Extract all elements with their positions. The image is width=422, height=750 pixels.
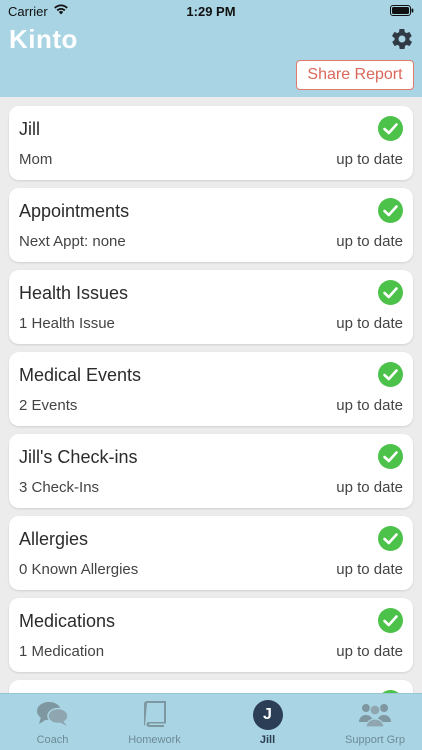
summary-list: Jill Mom up to date Appointments Next Ap… xyxy=(0,97,422,693)
screen: Carrier 1:29 PM Kinto Share Report Jill … xyxy=(0,0,422,750)
tab-homework[interactable]: Homework xyxy=(102,694,207,750)
card-title: Jill xyxy=(19,119,40,139)
check-circle-icon xyxy=(378,198,403,223)
card-allergies[interactable]: Allergies 0 Known Allergies up to date xyxy=(9,516,413,590)
app-logo: Kinto xyxy=(9,24,78,54)
battery-icon xyxy=(390,5,414,16)
card-status: up to date xyxy=(336,479,403,496)
card-status: up to date xyxy=(336,315,403,332)
card-medical-events[interactable]: Medical Events 2 Events up to date xyxy=(9,352,413,426)
card-title: Medications xyxy=(19,611,116,631)
avatar: J xyxy=(252,700,283,730)
card-status: up to date xyxy=(336,397,403,414)
card-status: up to date xyxy=(336,233,403,250)
book-icon xyxy=(143,701,166,727)
tab-bar: Coach Homework J Jill Support Grp xyxy=(0,693,422,750)
tab-label: Homework xyxy=(128,734,181,746)
card-title: Allergies xyxy=(19,529,89,549)
tab-label: Jill xyxy=(259,734,276,746)
share-report-button[interactable]: Share Report xyxy=(296,60,414,90)
check-circle-icon xyxy=(378,362,403,387)
header: Carrier 1:29 PM Kinto Share Report xyxy=(0,0,422,97)
card-subtitle: Mom xyxy=(19,151,53,168)
card-subtitle: 2 Events xyxy=(19,397,78,414)
check-circle-icon xyxy=(378,526,403,551)
gear-icon[interactable] xyxy=(390,27,414,51)
card-subtitle: Next Appt: none xyxy=(19,233,126,250)
card-title: Medical Events xyxy=(19,365,142,385)
card-next-partial[interactable] xyxy=(9,680,413,693)
tab-label: Coach xyxy=(36,734,69,746)
clock: 1:29 PM xyxy=(186,4,236,19)
check-circle-icon xyxy=(378,116,403,141)
check-circle-icon xyxy=(378,444,403,469)
check-circle-icon xyxy=(378,608,403,633)
tab-coach[interactable]: Coach xyxy=(0,694,105,750)
tab-support-group[interactable]: Support Grp xyxy=(328,694,422,750)
check-circle-icon xyxy=(378,280,403,305)
card-check-ins[interactable]: Jill's Check-ins 3 Check-Ins up to date xyxy=(9,434,413,508)
card-appointments[interactable]: Appointments Next Appt: none up to date xyxy=(9,188,413,262)
card-jill[interactable]: Jill Mom up to date xyxy=(9,106,413,180)
card-status: up to date xyxy=(336,151,403,168)
chat-bubbles-icon xyxy=(36,702,69,726)
card-health-issues[interactable]: Health Issues 1 Health Issue up to date xyxy=(9,270,413,344)
group-icon xyxy=(359,704,391,728)
card-title: Jill's Check-ins xyxy=(19,447,138,467)
card-status: up to date xyxy=(336,643,403,660)
card-status: up to date xyxy=(336,561,403,578)
tab-label: Support Grp xyxy=(345,734,405,746)
card-subtitle: 1 Health Issue xyxy=(19,315,115,332)
card-subtitle: 1 Medication xyxy=(19,643,105,660)
card-medications[interactable]: Medications 1 Medication up to date xyxy=(9,598,413,672)
card-subtitle: 3 Check-Ins xyxy=(19,479,100,496)
card-subtitle: 0 Known Allergies xyxy=(19,561,139,578)
card-title: Health Issues xyxy=(19,283,129,303)
tab-jill[interactable]: J Jill xyxy=(215,694,320,750)
status-bar: Carrier 1:29 PM xyxy=(0,0,422,22)
card-title: Appointments xyxy=(19,201,130,221)
